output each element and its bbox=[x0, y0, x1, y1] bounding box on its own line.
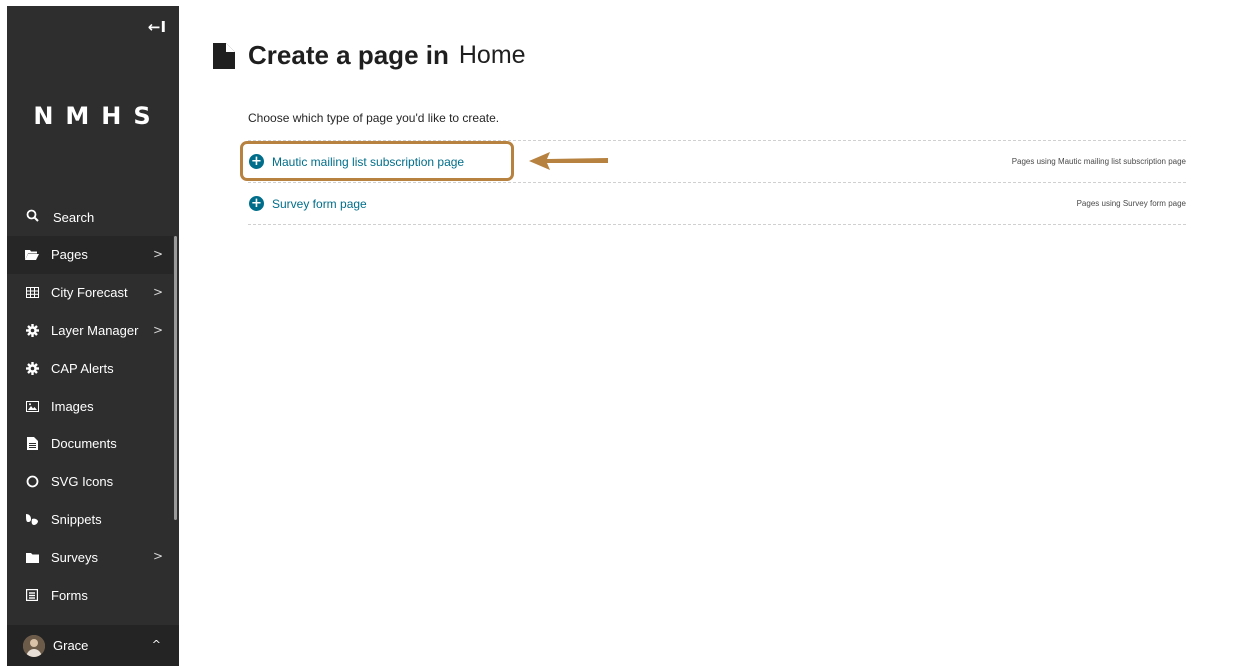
sidebar-item-label: Surveys bbox=[51, 549, 98, 565]
sidebar-item-snippets[interactable]: Snippets bbox=[7, 501, 173, 539]
collapse-sidebar-button[interactable]: ←I bbox=[143, 18, 171, 38]
chevron-right-icon: > bbox=[152, 284, 163, 299]
sidebar-item-pages[interactable]: Pages > bbox=[7, 236, 173, 274]
cog-icon bbox=[25, 361, 39, 375]
annotation-arrow bbox=[529, 152, 608, 170]
sidebar-item-cap-alerts[interactable]: CAP Alerts bbox=[7, 349, 173, 387]
site-logo[interactable]: NMHS bbox=[7, 102, 179, 130]
create-survey-page-link[interactable]: + Survey form page bbox=[248, 196, 367, 211]
parent-page-title: Home bbox=[458, 41, 526, 69]
circle-icon bbox=[25, 475, 39, 489]
sidebar-item-forms[interactable]: Forms bbox=[7, 576, 173, 614]
sidebar-item-label: Pages bbox=[51, 247, 88, 263]
form-icon bbox=[25, 588, 39, 602]
list-item: + Survey form page Pages using Survey fo… bbox=[248, 183, 1186, 225]
sidebar-nav: Pages > City Forecast > Layer Manager > … bbox=[7, 236, 173, 614]
folder-open-icon bbox=[25, 248, 39, 262]
sidebar-item-surveys[interactable]: Surveys > bbox=[7, 538, 173, 576]
sidebar-item-label: CAP Alerts bbox=[51, 360, 114, 376]
table-icon bbox=[25, 286, 39, 300]
chevron-right-icon: > bbox=[152, 322, 163, 337]
sidebar-item-label: Images bbox=[51, 398, 94, 414]
sidebar-item-label: Snippets bbox=[51, 511, 102, 527]
sidebar: ←I NMHS Search Pages > City Forecast > L… bbox=[7, 6, 179, 666]
sidebar-item-svg-icons[interactable]: SVG Icons bbox=[7, 463, 173, 501]
snippet-icon bbox=[25, 512, 39, 526]
sidebar-item-images[interactable]: Images bbox=[7, 387, 173, 425]
chevron-up-icon: ^ bbox=[151, 638, 161, 651]
search-label: Search bbox=[53, 209, 95, 225]
plus-icon: + bbox=[249, 196, 264, 211]
search-button[interactable]: Search bbox=[7, 204, 173, 230]
pages-using-link[interactable]: Pages using Mautic mailing list subscrip… bbox=[1012, 157, 1186, 166]
search-icon bbox=[26, 209, 44, 225]
image-icon bbox=[25, 399, 39, 413]
chevron-right-icon: > bbox=[152, 549, 163, 564]
sidebar-item-label: Forms bbox=[51, 587, 88, 603]
sidebar-scrollbar[interactable] bbox=[174, 236, 177, 520]
doc-icon bbox=[213, 42, 235, 69]
page-title: Create a page in bbox=[248, 40, 449, 70]
sidebar-item-layer-manager[interactable]: Layer Manager > bbox=[7, 312, 173, 350]
sidebar-item-label: City Forecast bbox=[51, 285, 128, 301]
sidebar-item-label: Layer Manager bbox=[51, 322, 139, 338]
avatar bbox=[23, 634, 45, 657]
doc-full-icon bbox=[25, 437, 39, 451]
page-header: Create a page in Home bbox=[213, 40, 526, 71]
pages-using-link[interactable]: Pages using Survey form page bbox=[1077, 199, 1186, 208]
account-name: Grace bbox=[53, 638, 89, 653]
sidebar-item-city-forecast[interactable]: City Forecast > bbox=[7, 274, 173, 312]
sidebar-item-label: SVG Icons bbox=[51, 474, 114, 490]
sidebar-item-label: Documents bbox=[51, 436, 117, 452]
page-type-label: Survey form page bbox=[272, 196, 367, 211]
folder-icon bbox=[25, 550, 39, 564]
account-menu[interactable]: Grace ^ bbox=[7, 625, 179, 666]
chevron-right-icon: > bbox=[152, 247, 163, 261]
sidebar-item-documents[interactable]: Documents bbox=[7, 425, 173, 463]
highlight-box bbox=[240, 141, 514, 181]
cog-icon bbox=[25, 323, 39, 337]
intro-text: Choose which type of page you'd like to … bbox=[248, 111, 500, 125]
